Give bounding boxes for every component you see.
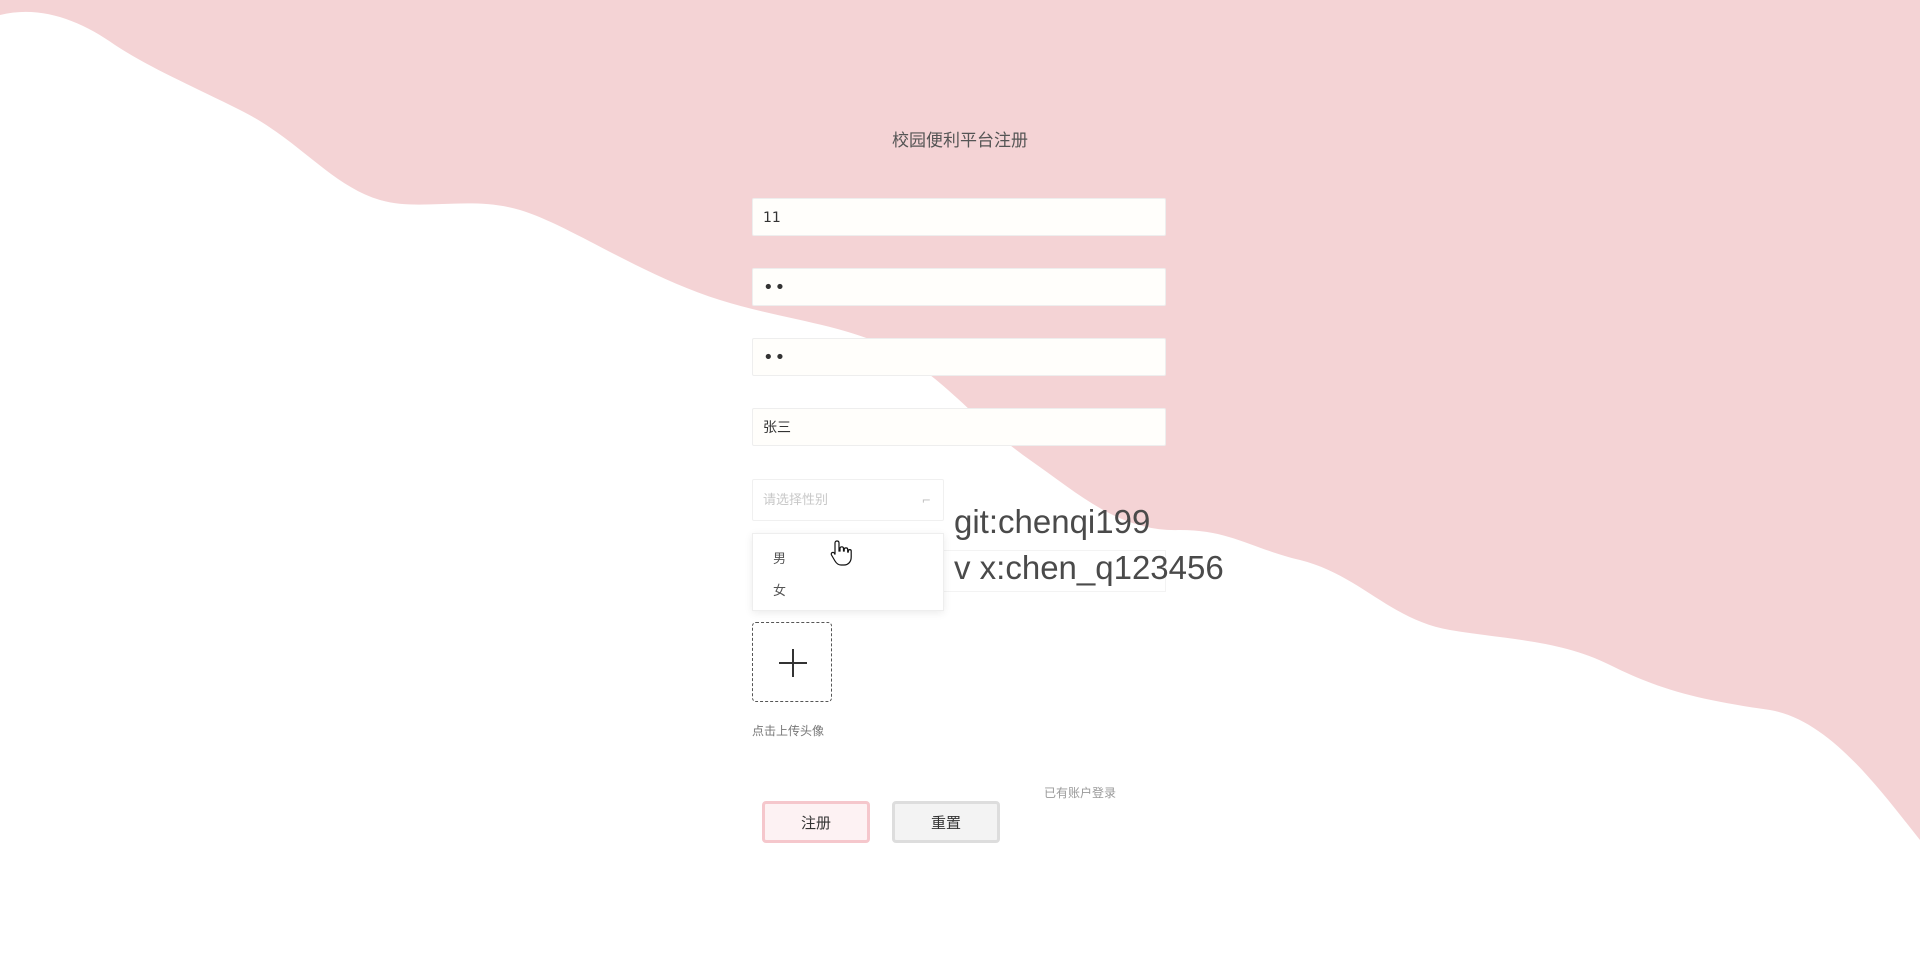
register-page: 校园便利平台注册 11 •• •• 张三 请选择性别 ⌐ 男 女 git:che… bbox=[0, 0, 1920, 968]
watermark-wechat: v x:chen_q123456 bbox=[954, 549, 1224, 586]
gender-option-female[interactable]: 女 bbox=[753, 576, 943, 608]
avatar-upload-hint: 点击上传头像 bbox=[752, 724, 825, 738]
username-input[interactable]: 11 bbox=[752, 198, 1166, 236]
gender-select[interactable]: 请选择性别 ⌐ bbox=[752, 479, 944, 521]
name-input[interactable]: 张三 bbox=[752, 408, 1166, 446]
chevron-down-icon: ⌐ bbox=[921, 494, 931, 507]
gender-select-placeholder: 请选择性别 bbox=[763, 493, 829, 508]
confirm-password-input[interactable]: •• bbox=[752, 338, 1166, 376]
avatar-upload-button[interactable] bbox=[752, 622, 832, 702]
hand-cursor-icon bbox=[830, 540, 852, 566]
page-title: 校园便利平台注册 bbox=[892, 131, 1028, 151]
reset-button[interactable]: 重置 bbox=[892, 801, 1000, 843]
login-link[interactable]: 已有账户登录 bbox=[1044, 784, 1116, 801]
register-button[interactable]: 注册 bbox=[762, 801, 870, 843]
password-input[interactable]: •• bbox=[752, 268, 1166, 306]
watermark-git: git:chenqi199 bbox=[954, 503, 1151, 540]
